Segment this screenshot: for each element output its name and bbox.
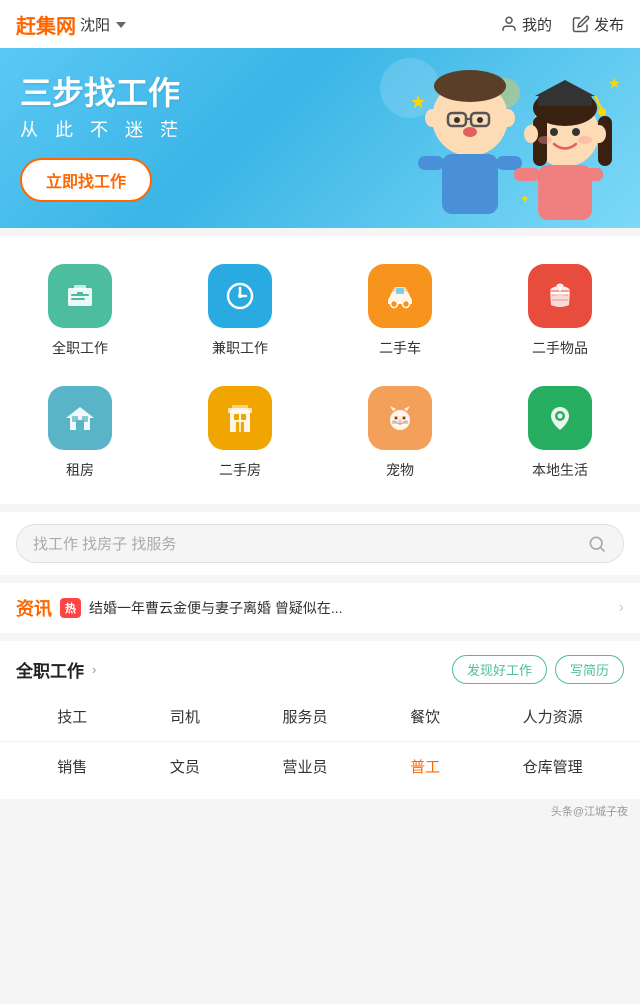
- usedhouse-icon: [208, 386, 272, 450]
- svg-text:★: ★: [410, 92, 426, 112]
- job-tag-3[interactable]: 餐饮: [402, 702, 448, 731]
- jobs-title-area[interactable]: 全职工作 ›: [16, 657, 96, 682]
- job-tags-row-1: 技工 司机 服务员 餐饮 人力资源: [16, 698, 624, 741]
- local-icon: [528, 386, 592, 450]
- hot-badge: 热: [60, 598, 81, 618]
- search-bar[interactable]: 找工作 找房子 找服务: [16, 524, 624, 563]
- pet-label: 宠物: [386, 460, 414, 480]
- usedcar-icon: [368, 264, 432, 328]
- job-tag-4[interactable]: 人力资源: [515, 702, 591, 731]
- svg-text:★: ★: [608, 75, 621, 91]
- category-rental[interactable]: 租房: [0, 374, 160, 496]
- category-pet[interactable]: 宠物: [320, 374, 480, 496]
- category-usedcar[interactable]: 二手车: [320, 252, 480, 374]
- category-fulltime[interactable]: 全职工作: [0, 252, 160, 374]
- rental-icon: [48, 386, 112, 450]
- usedgoods-icon: [528, 264, 592, 328]
- watermark: 头条@江城子夜: [0, 799, 640, 827]
- banner-subtitle: 从 此 不 迷 茫: [20, 116, 184, 142]
- parttime-label: 兼职工作: [212, 338, 268, 358]
- app-logo[interactable]: 赶集网: [16, 10, 76, 39]
- category-local[interactable]: 本地生活: [480, 374, 640, 496]
- category-parttime[interactable]: 兼职工作: [160, 252, 320, 374]
- city-chevron-icon[interactable]: [116, 22, 126, 28]
- app-header: 赶集网 沈阳 我的 发布: [0, 0, 640, 48]
- write-resume-button[interactable]: 写简历: [555, 655, 624, 684]
- jobs-header: 全职工作 › 发现好工作 写简历: [16, 655, 624, 684]
- jobs-more-icon: ›: [92, 662, 96, 677]
- news-label: 资讯: [16, 595, 52, 621]
- banner-text-area: 三步找工作 从 此 不 迷 茫 立即找工作: [20, 74, 184, 202]
- fulltime-icon: [48, 264, 112, 328]
- job-tag-2[interactable]: 服务员: [274, 702, 335, 731]
- job-tag-9[interactable]: 仓库管理: [515, 752, 591, 781]
- local-label: 本地生活: [532, 460, 588, 480]
- pet-icon: [368, 386, 432, 450]
- category-section: 全职工作 兼职工作: [0, 236, 640, 504]
- news-headline: 结婚一年曹云金便与妻子离婚 曾疑似在...: [89, 598, 611, 618]
- publish-icon: [572, 15, 590, 33]
- publish-label: 发布: [594, 14, 624, 35]
- job-tags-row-2: 销售 文员 营业员 普工 仓库管理: [16, 742, 624, 785]
- discover-jobs-button[interactable]: 发现好工作: [452, 655, 547, 684]
- category-grid: 全职工作 兼职工作: [0, 252, 640, 496]
- banner-cta-button[interactable]: 立即找工作: [20, 158, 152, 202]
- city-selector-label[interactable]: 沈阳: [80, 14, 110, 35]
- search-section: 找工作 找房子 找服务: [0, 512, 640, 575]
- header-right: 我的 发布: [500, 14, 624, 35]
- category-usedgoods[interactable]: 二手物品: [480, 252, 640, 374]
- usedhouse-label: 二手房: [219, 460, 261, 480]
- search-icon: [587, 534, 607, 554]
- search-placeholder-text: 找工作 找房子 找服务: [33, 533, 579, 554]
- jobs-action-buttons: 发现好工作 写简历: [452, 655, 624, 684]
- usedcar-label: 二手车: [379, 338, 421, 358]
- parttime-icon: [208, 264, 272, 328]
- job-tag-0[interactable]: 技工: [49, 702, 95, 731]
- fulltime-label: 全职工作: [52, 338, 108, 358]
- user-icon: [500, 15, 518, 33]
- category-usedhouse[interactable]: 二手房: [160, 374, 320, 496]
- job-tag-6[interactable]: 文员: [162, 752, 208, 781]
- job-tag-5[interactable]: 销售: [49, 752, 95, 781]
- header-left: 赶集网 沈阳: [16, 10, 126, 39]
- news-arrow-icon: ›: [619, 599, 624, 617]
- jobs-section: 全职工作 › 发现好工作 写简历 技工 司机 服务员 餐饮 人力资源 销售 文员…: [0, 641, 640, 799]
- jobs-section-title: 全职工作: [16, 657, 84, 682]
- job-tag-7[interactable]: 营业员: [274, 752, 335, 781]
- publish-button[interactable]: 发布: [572, 14, 624, 35]
- banner-illustration: ★ ★ ✦: [380, 58, 640, 228]
- svg-text:✦: ✦: [520, 192, 530, 206]
- usedgoods-label: 二手物品: [532, 338, 588, 358]
- job-tag-8[interactable]: 普工: [402, 752, 448, 781]
- rental-label: 租房: [66, 460, 94, 480]
- news-section[interactable]: 资讯 热 结婚一年曹云金便与妻子离婚 曾疑似在... ›: [0, 583, 640, 633]
- my-button[interactable]: 我的: [500, 14, 552, 35]
- banner-title: 三步找工作: [20, 74, 184, 112]
- my-label: 我的: [522, 14, 552, 35]
- hero-banner: 三步找工作 从 此 不 迷 茫 立即找工作: [0, 48, 640, 228]
- job-tag-1[interactable]: 司机: [162, 702, 208, 731]
